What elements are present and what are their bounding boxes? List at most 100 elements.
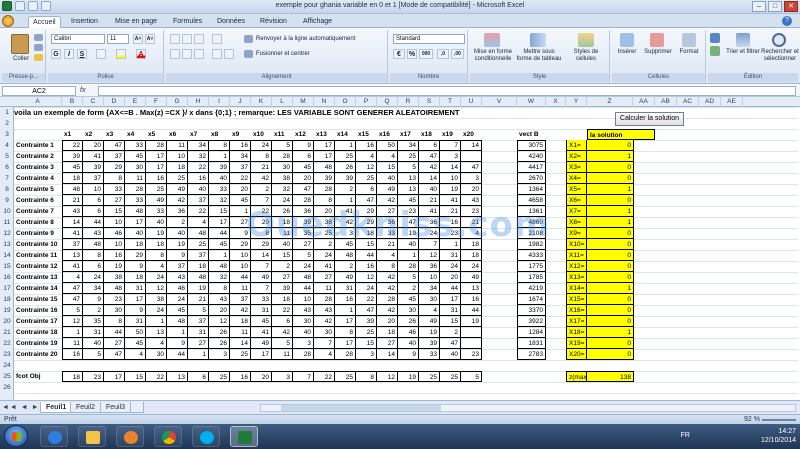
row-header[interactable]: 8 — [0, 184, 14, 195]
matrix-cell[interactable]: 46 — [167, 283, 188, 294]
objective-cell[interactable]: 13 — [167, 371, 188, 382]
matrix-cell[interactable]: 28 — [293, 349, 314, 360]
matrix-cell[interactable]: 5 — [83, 349, 104, 360]
matrix-cell[interactable]: 13 — [461, 283, 482, 294]
font-shrink-button[interactable]: A˅ — [145, 34, 155, 44]
maximize-button[interactable]: □ — [768, 1, 782, 12]
solution-variable[interactable]: X9= — [566, 228, 587, 239]
objective-cell[interactable]: 22 — [146, 371, 167, 382]
solution-variable[interactable]: X11= — [566, 250, 587, 261]
matrix-cell[interactable]: 3 — [335, 228, 356, 239]
matrix-cell[interactable]: 49 — [167, 184, 188, 195]
solution-value[interactable]: 0 — [587, 305, 634, 316]
matrix-cell[interactable]: 42 — [314, 316, 335, 327]
vector-b-cell[interactable]: 4860 — [517, 217, 546, 228]
objective-cell[interactable]: 22 — [314, 371, 335, 382]
solution-variable[interactable]: X19= — [566, 338, 587, 349]
matrix-cell[interactable]: 27 — [104, 195, 125, 206]
matrix-cell[interactable]: 47 — [356, 195, 377, 206]
matrix-cell[interactable]: 24 — [83, 272, 104, 283]
italic-button[interactable]: I — [64, 49, 74, 59]
matrix-cell[interactable]: 30 — [146, 349, 167, 360]
matrix-cell[interactable]: 15 — [440, 316, 461, 327]
matrix-cell[interactable]: 18 — [377, 327, 398, 338]
matrix-cell[interactable]: 16 — [356, 261, 377, 272]
matrix-cell[interactable]: 43 — [83, 228, 104, 239]
matrix-cell[interactable]: 41 — [440, 195, 461, 206]
matrix-cell[interactable]: 8 — [209, 283, 230, 294]
constraint-label[interactable]: Contrainte 4 — [14, 173, 62, 184]
matrix-cell[interactable]: 4 — [62, 272, 83, 283]
sheet-tab-feuil2[interactable]: Feuil2 — [70, 402, 102, 413]
matrix-cell[interactable]: 18 — [356, 228, 377, 239]
matrix-cell[interactable]: 7 — [251, 195, 272, 206]
matrix-cell[interactable]: 42 — [377, 272, 398, 283]
matrix-cell[interactable]: 24 — [251, 140, 272, 151]
matrix-cell[interactable]: 2 — [251, 184, 272, 195]
align-center-icon[interactable] — [182, 49, 192, 59]
row-header[interactable]: 2 — [0, 118, 14, 129]
minimize-button[interactable]: – — [752, 1, 766, 12]
matrix-cell[interactable]: 31 — [125, 283, 146, 294]
matrix-cell[interactable]: 32 — [272, 184, 293, 195]
matrix-cell[interactable]: 4 — [314, 349, 335, 360]
matrix-cell[interactable]: 3 — [293, 338, 314, 349]
matrix-cell[interactable]: 47 — [293, 184, 314, 195]
matrix-cell[interactable]: 48 — [209, 261, 230, 272]
matrix-cell[interactable]: 18 — [272, 294, 293, 305]
matrix-cell[interactable]: 2 — [167, 217, 188, 228]
find-select-button[interactable]: Rechercher et sélectionner — [760, 49, 800, 63]
matrix-cell[interactable]: 14 — [251, 250, 272, 261]
matrix-cell[interactable]: 6 — [293, 151, 314, 162]
matrix-cell[interactable]: 41 — [83, 151, 104, 162]
matrix-cell[interactable]: 33 — [251, 294, 272, 305]
solution-value[interactable]: 1 — [587, 283, 634, 294]
column-header[interactable]: U — [461, 97, 482, 107]
matrix-cell[interactable]: 44 — [440, 283, 461, 294]
matrix-cell[interactable]: 48 — [62, 184, 83, 195]
matrix-cell[interactable]: 49 — [251, 272, 272, 283]
matrix-cell[interactable]: 24 — [419, 228, 440, 239]
solution-variable[interactable]: X5= — [566, 184, 587, 195]
matrix-cell[interactable]: 24 — [293, 261, 314, 272]
matrix-cell[interactable]: 14 — [377, 349, 398, 360]
row-header[interactable]: 21 — [0, 327, 14, 338]
solution-value[interactable]: 0 — [587, 338, 634, 349]
solution-value[interactable]: 0 — [587, 140, 634, 151]
paste-button[interactable]: Coller — [4, 56, 38, 63]
vector-b-cell[interactable]: 2670 — [517, 173, 546, 184]
matrix-cell[interactable]: 31 — [188, 327, 209, 338]
vector-b-cell[interactable]: 1982 — [517, 239, 546, 250]
percent-button[interactable]: % — [407, 49, 417, 59]
matrix-cell[interactable]: 4 — [377, 250, 398, 261]
solution-variable[interactable]: X1= — [566, 140, 587, 151]
column-header[interactable]: V — [482, 97, 517, 107]
matrix-cell[interactable]: 1 — [167, 327, 188, 338]
matrix-cell[interactable]: 7 — [251, 261, 272, 272]
matrix-cell[interactable]: 34 — [188, 140, 209, 151]
matrix-cell[interactable]: 22 — [251, 206, 272, 217]
matrix-cell[interactable]: 42 — [419, 162, 440, 173]
constraint-label[interactable]: Contrainte 6 — [14, 195, 62, 206]
column-header[interactable]: D — [104, 97, 125, 107]
matrix-cell[interactable]: 47 — [104, 349, 125, 360]
matrix-cell[interactable]: 39 — [293, 217, 314, 228]
matrix-cell[interactable]: 5 — [293, 250, 314, 261]
matrix-cell[interactable]: 43 — [62, 206, 83, 217]
variable-header[interactable]: x19 — [440, 129, 461, 140]
matrix-cell[interactable]: 1 — [398, 250, 419, 261]
objective-cell[interactable]: 19 — [398, 371, 419, 382]
chrome-icon[interactable] — [154, 426, 182, 447]
solution-variable[interactable]: X14= — [566, 283, 587, 294]
matrix-cell[interactable]: 44 — [293, 283, 314, 294]
constraint-label[interactable]: Contrainte 18 — [14, 327, 62, 338]
format-painter-icon[interactable] — [34, 54, 43, 61]
matrix-cell[interactable]: 8 — [83, 250, 104, 261]
matrix-cell[interactable]: 48 — [188, 272, 209, 283]
matrix-cell[interactable]: 28 — [398, 261, 419, 272]
matrix-cell[interactable]: 25 — [356, 327, 377, 338]
tab-donnees[interactable]: Données — [213, 16, 249, 28]
matrix-cell[interactable]: 40 — [146, 217, 167, 228]
matrix-cell[interactable]: 19 — [398, 228, 419, 239]
variable-header[interactable]: x17 — [398, 129, 419, 140]
